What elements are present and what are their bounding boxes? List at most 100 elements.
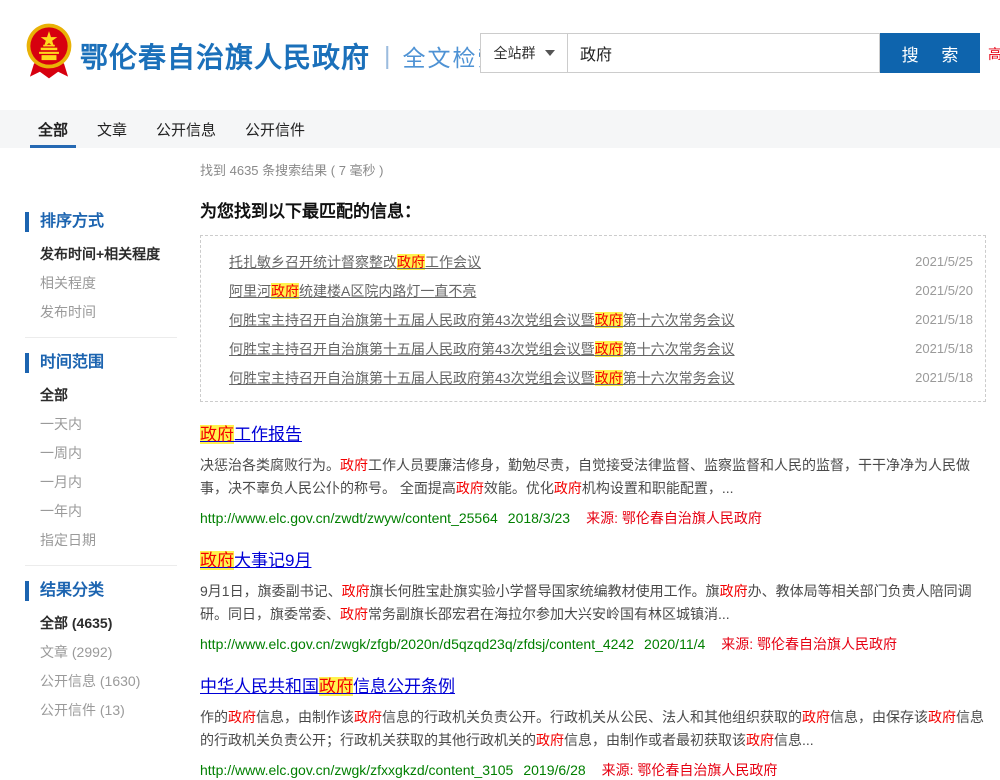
text-fragment: 何胜宝主持召开自治旗第十五届人民政府第43次党组会议暨: [229, 370, 595, 386]
result-title-link[interactable]: 政府工作报告: [200, 425, 302, 444]
sidebar-divider: [25, 337, 177, 338]
best-match-date: 2021/5/18: [901, 312, 973, 327]
text-fragment: 信息，由制作该: [256, 709, 354, 725]
text-fragment: 机构设置和职能配置，...: [582, 480, 734, 496]
best-match-list: 托扎敏乡召开统计督察整改政府工作会议2021/5/25阿里河政府统建楼A区院内路…: [200, 235, 986, 402]
keyword-highlight: 政府: [802, 709, 830, 725]
result-url: http://www.elc.gov.cn/zwgk/zfxxgkzd/cont…: [200, 762, 513, 778]
text-fragment: 第十六次常务会议: [623, 370, 735, 386]
keyword-highlight: 政府: [928, 709, 956, 725]
text-fragment: 阿里河: [229, 283, 271, 299]
result-meta-line: http://www.elc.gov.cn/zwgk/zfxxgkzd/cont…: [200, 760, 986, 780]
keyword-highlight: 政府: [340, 606, 368, 622]
scope-value: 全站群: [494, 43, 536, 63]
keyword-highlight: 政府: [200, 425, 234, 444]
sidebar-filter-item[interactable]: 一天内: [25, 416, 177, 432]
site-header: 鄂伦春自治旗人民政府 | 全文检索 全站群 搜 索 高: [0, 0, 1000, 110]
best-match-date: 2021/5/18: [901, 370, 973, 385]
search-result: 中华人民共和国政府信息公开条例作的政府信息，由制作该政府信息的行政机关负责公开。…: [200, 676, 986, 780]
sidebar-filter-item[interactable]: 全部 (4635): [25, 615, 177, 631]
advanced-search-link[interactable]: 高: [988, 44, 1000, 64]
best-match-row: 何胜宝主持召开自治旗第十五届人民政府第43次党组会议暨政府第十六次常务会议202…: [229, 334, 973, 363]
result-title-link[interactable]: 中华人民共和国政府信息公开条例: [200, 677, 455, 696]
result-snippet: 9月1日，旗委副书记、政府旗长何胜宝赴旗实验小学督导国家统编教材使用工作。旗政府…: [200, 580, 986, 626]
chevron-down-icon: [545, 50, 555, 56]
sidebar-filter-item[interactable]: 公开信息 (1630): [25, 673, 177, 689]
text-fragment: 中华人民共和国: [200, 677, 319, 696]
search-result: 政府大事记9月 9月1日，旗委副书记、政府旗长何胜宝赴旗实验小学督导国家统编教材使…: [200, 550, 986, 654]
text-fragment: 9月1日，旗委副书记、: [200, 583, 342, 599]
sidebar-filter-item[interactable]: 一周内: [25, 445, 177, 461]
result-list: 政府工作报告决惩治各类腐败行为。政府工作人员要廉洁修身，勤勉尽责，自觉接受法律监…: [200, 424, 986, 780]
result-count: 找到 4635 条搜索结果 ( 7 毫秒 ): [200, 160, 383, 179]
result-date: 2020/11/4: [644, 636, 705, 652]
result-url: http://www.elc.gov.cn/zwgk/zfgb/2020n/d5…: [200, 636, 634, 652]
sidebar-filter-item[interactable]: 发布时间+相关程度: [25, 246, 177, 262]
best-match-link[interactable]: 何胜宝主持召开自治旗第十五届人民政府第43次党组会议暨政府第十六次常务会议: [229, 310, 901, 330]
sidebar-filter-item[interactable]: 文章 (2992): [25, 644, 177, 660]
search-scope-dropdown[interactable]: 全站群: [480, 33, 568, 73]
text-fragment: 信息的行政机关负责公开。行政机关从公民、法人和其他组织获取的: [382, 709, 802, 725]
best-match-heading: 为您找到以下最匹配的信息：: [200, 197, 986, 222]
sidebar-section-title: 时间范围: [25, 353, 177, 373]
best-match-row: 何胜宝主持召开自治旗第十五届人民政府第43次党组会议暨政府第十六次常务会议202…: [229, 363, 973, 392]
search-input[interactable]: [568, 33, 880, 73]
keyword-highlight: 政府: [595, 341, 623, 357]
search-button[interactable]: 搜 索: [880, 33, 980, 73]
result-source: 来源: 鄂伦春自治旗人民政府: [721, 636, 897, 652]
keyword-highlight: 政府: [746, 732, 774, 748]
sidebar-filter-item[interactable]: 一年内: [25, 503, 177, 519]
sidebar-filter-item[interactable]: 指定日期: [25, 532, 177, 548]
keyword-highlight: 政府: [342, 583, 370, 599]
sidebar-filter-item[interactable]: 全部: [25, 387, 177, 403]
best-match-row: 阿里河政府统建楼A区院内路灯一直不亮2021/5/20: [229, 276, 973, 305]
text-fragment: 信息...: [774, 732, 814, 748]
results-main: 为您找到以下最匹配的信息： 托扎敏乡召开统计督察整改政府工作会议2021/5/2…: [200, 197, 986, 780]
sidebar-section-title: 结果分类: [25, 581, 177, 601]
result-meta-line: http://www.elc.gov.cn/zwgk/zfgb/2020n/d5…: [200, 634, 986, 654]
text-fragment: 作的: [200, 709, 228, 725]
best-match-date: 2021/5/25: [901, 254, 973, 269]
text-fragment: 何胜宝主持召开自治旗第十五届人民政府第43次党组会议暨: [229, 312, 595, 328]
search-result: 政府工作报告决惩治各类腐败行为。政府工作人员要廉洁修身，勤勉尽责，自觉接受法律监…: [200, 424, 986, 528]
best-match-link[interactable]: 托扎敏乡召开统计督察整改政府工作会议: [229, 252, 901, 272]
result-snippet: 决惩治各类腐败行为。政府工作人员要廉洁修身，勤勉尽责，自觉接受法律监督、监察监督…: [200, 454, 986, 500]
sidebar-filter-item[interactable]: 发布时间: [25, 304, 177, 320]
tab[interactable]: 公开信件: [242, 110, 308, 148]
result-title: 政府大事记9月: [200, 550, 986, 572]
sidebar-filter-item[interactable]: 公开信件 (13): [25, 702, 177, 718]
result-title-link[interactable]: 政府大事记9月: [200, 551, 311, 570]
text-fragment: 决惩治各类腐败行为。: [200, 457, 340, 473]
keyword-highlight: 政府: [595, 312, 623, 328]
best-match-link[interactable]: 阿里河政府统建楼A区院内路灯一直不亮: [229, 281, 901, 301]
keyword-highlight: 政府: [397, 254, 425, 270]
text-fragment: 工作报告: [234, 425, 302, 444]
tab[interactable]: 文章: [94, 110, 130, 148]
national-emblem-logo: [24, 22, 74, 80]
best-match-link[interactable]: 何胜宝主持召开自治旗第十五届人民政府第43次党组会议暨政府第十六次常务会议: [229, 368, 901, 388]
best-match-date: 2021/5/20: [901, 283, 973, 298]
text-fragment: 第十六次常务会议: [623, 341, 735, 357]
result-date: 2018/3/23: [508, 510, 570, 526]
keyword-highlight: 政府: [720, 583, 748, 599]
best-match-row: 何胜宝主持召开自治旗第十五届人民政府第43次党组会议暨政府第十六次常务会议202…: [229, 305, 973, 334]
best-match-link[interactable]: 何胜宝主持召开自治旗第十五届人民政府第43次党组会议暨政府第十六次常务会议: [229, 339, 901, 359]
result-source: 来源: 鄂伦春自治旗人民政府: [602, 762, 778, 778]
result-title: 政府工作报告: [200, 424, 986, 446]
text-fragment: 信息公开条例: [353, 677, 455, 696]
tab[interactable]: 公开信息: [153, 110, 219, 148]
text-fragment: 托扎敏乡召开统计督察整改: [229, 254, 397, 270]
best-match-date: 2021/5/18: [901, 341, 973, 356]
result-snippet: 作的政府信息，由制作该政府信息的行政机关负责公开。行政机关从公民、法人和其他组织…: [200, 706, 986, 752]
keyword-highlight: 政府: [200, 551, 234, 570]
sidebar-filter-item[interactable]: 相关程度: [25, 275, 177, 291]
text-fragment: 何胜宝主持召开自治旗第十五届人民政府第43次党组会议暨: [229, 341, 595, 357]
title-separator: |: [384, 42, 391, 71]
sidebar-section-title: 排序方式: [25, 212, 177, 232]
text-fragment: 统建楼A区院内路灯一直不亮: [299, 283, 476, 299]
tab[interactable]: 全部: [35, 110, 71, 148]
sidebar: 排序方式发布时间+相关程度相关程度发布时间时间范围全部一天内一周内一月内一年内指…: [25, 212, 177, 731]
sidebar-filter-item[interactable]: 一月内: [25, 474, 177, 490]
keyword-highlight: 政府: [354, 709, 382, 725]
result-source: 来源: 鄂伦春自治旗人民政府: [586, 510, 762, 526]
